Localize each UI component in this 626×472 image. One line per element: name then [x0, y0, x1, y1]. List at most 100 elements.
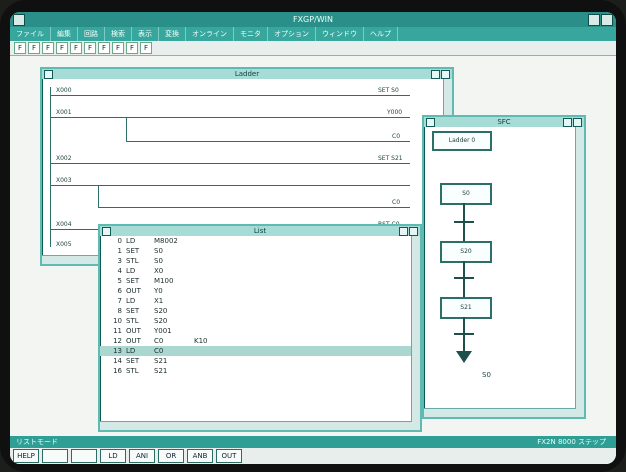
left-power-rail — [50, 87, 51, 247]
list-cell: SET — [126, 357, 140, 365]
list-row[interactable]: 13 LD C0 — [100, 346, 412, 356]
menu-item[interactable]: オプション — [268, 27, 316, 41]
contact-label: X003 — [56, 177, 72, 184]
maximize-icon[interactable] — [601, 14, 613, 26]
menu-item[interactable]: 編集 — [51, 27, 78, 41]
list-row[interactable]: 12 OUT C0 K10 — [100, 336, 412, 346]
sfc-window[interactable]: SFC Ladder 0 S0 S20 S21 S0 — [422, 115, 586, 419]
list-cell: 5 — [117, 277, 122, 285]
list-cell: M8002 — [154, 237, 178, 245]
menu-item[interactable]: 検索 — [105, 27, 132, 41]
list-row[interactable]: 3 STL S0 — [100, 256, 412, 266]
list-cell: SET — [126, 247, 140, 255]
sfc-transition[interactable] — [454, 333, 474, 335]
list-row[interactable]: 10 STL S20 — [100, 316, 412, 326]
list-window[interactable]: List 0 LD M8002 1 SET S0 3 STL S0 4 LD X0 5 SET M100 6 O… — [98, 224, 422, 432]
rung-line — [126, 141, 410, 142]
function-key[interactable]: OR — [158, 449, 184, 463]
minimize-icon[interactable] — [399, 227, 408, 236]
list-row[interactable]: 1 SET S0 — [100, 246, 412, 256]
list-row[interactable]: 4 LD X0 — [100, 266, 412, 276]
list-cell: STL — [126, 257, 139, 265]
function-key[interactable]: ANB — [187, 449, 213, 463]
sfc-transition[interactable] — [454, 277, 474, 279]
maximize-icon[interactable] — [573, 118, 582, 127]
sfc-step-box[interactable]: S21 — [440, 297, 492, 319]
toolbar-button[interactable]: F — [126, 42, 138, 54]
toolbar-button[interactable]: F — [28, 42, 40, 54]
list-cell: 4 — [117, 267, 122, 275]
toolbar-button[interactable]: F — [84, 42, 96, 54]
branch-line — [98, 185, 99, 207]
list-row[interactable]: 16 STL S21 — [100, 366, 412, 376]
list-row[interactable]: 5 SET M100 — [100, 276, 412, 286]
menu-item[interactable]: 表示 — [132, 27, 159, 41]
minimize-icon[interactable] — [563, 118, 572, 127]
function-key-bar: HELP LD ANI OR ANB OUT — [10, 448, 616, 464]
menu-item[interactable]: オンライン — [186, 27, 234, 41]
contact-label: X005 — [56, 241, 72, 248]
menu-item[interactable]: モニタ — [234, 27, 268, 41]
list-row[interactable]: 7 LD X1 — [100, 296, 412, 306]
function-key[interactable]: HELP — [13, 449, 39, 463]
list-row[interactable]: 8 SET S20 — [100, 306, 412, 316]
toolbar-button[interactable]: F — [70, 42, 82, 54]
function-key[interactable] — [71, 449, 97, 463]
menu-item[interactable]: 変換 — [159, 27, 186, 41]
toolbar-button[interactable]: F — [42, 42, 54, 54]
coil-label: Y000 — [387, 109, 403, 116]
toolbar-button[interactable]: F — [140, 42, 152, 54]
list-cell: STL — [126, 367, 139, 375]
function-key[interactable]: ANI — [129, 449, 155, 463]
system-menu-icon[interactable] — [13, 14, 25, 26]
maximize-icon[interactable] — [409, 227, 418, 236]
rung-line — [50, 117, 410, 118]
list-cell — [194, 276, 224, 286]
minimize-icon[interactable] — [588, 14, 600, 26]
list-cell — [194, 346, 224, 356]
toolbar-button[interactable]: F — [98, 42, 110, 54]
function-key[interactable]: LD — [100, 449, 126, 463]
window-menu-icon[interactable] — [44, 70, 53, 79]
list-row[interactable]: 11 OUT Y001 — [100, 326, 412, 336]
sfc-transition[interactable] — [454, 221, 474, 223]
menu-item[interactable]: 回路 — [78, 27, 105, 41]
sfc-window-title: SFC — [424, 117, 584, 127]
sfc-header-box[interactable]: Ladder 0 — [432, 131, 492, 151]
horizontal-scrollbar[interactable] — [424, 408, 576, 417]
list-cell: C0 — [154, 337, 164, 345]
branch-line — [126, 117, 127, 141]
sfc-step-box[interactable]: S0 — [440, 183, 492, 205]
list-cell — [194, 326, 224, 336]
list-cell: LD — [126, 297, 136, 305]
window-menu-icon[interactable] — [426, 118, 435, 127]
menu-item[interactable]: ファイル — [10, 27, 51, 41]
vertical-scrollbar[interactable] — [411, 236, 420, 430]
toolbar-button[interactable]: F — [14, 42, 26, 54]
sfc-link — [463, 203, 465, 243]
list-row[interactable]: 14 SET S21 — [100, 356, 412, 366]
list-cell: STL — [126, 317, 139, 325]
list-cell — [194, 246, 224, 256]
maximize-icon[interactable] — [441, 70, 450, 79]
list-cell — [194, 256, 224, 266]
toolbar-button[interactable]: F — [112, 42, 124, 54]
list-cell: 16 — [113, 367, 122, 375]
vertical-scrollbar[interactable] — [575, 127, 584, 417]
coil-label: C0 — [392, 133, 401, 140]
menu-item[interactable]: ヘルプ — [364, 27, 398, 41]
horizontal-scrollbar[interactable] — [100, 421, 412, 430]
list-row[interactable]: 0 LD M8002 — [100, 236, 412, 246]
function-key[interactable]: OUT — [216, 449, 242, 463]
menu-item[interactable]: ウィンドウ — [316, 27, 364, 41]
sfc-step-box[interactable]: S20 — [440, 241, 492, 263]
function-key[interactable] — [42, 449, 68, 463]
list-cell: S0 — [154, 257, 163, 265]
minimize-icon[interactable] — [431, 70, 440, 79]
toolbar-button[interactable]: F — [56, 42, 68, 54]
list-row[interactable]: 6 OUT Y0 — [100, 286, 412, 296]
window-menu-icon[interactable] — [102, 227, 111, 236]
list-cell: Y001 — [154, 327, 172, 335]
list-cell — [194, 316, 224, 326]
menubar: ファイル 編集 回路 検索 表示 変換 オンライン モニタ オプション ウィンド… — [10, 27, 616, 41]
